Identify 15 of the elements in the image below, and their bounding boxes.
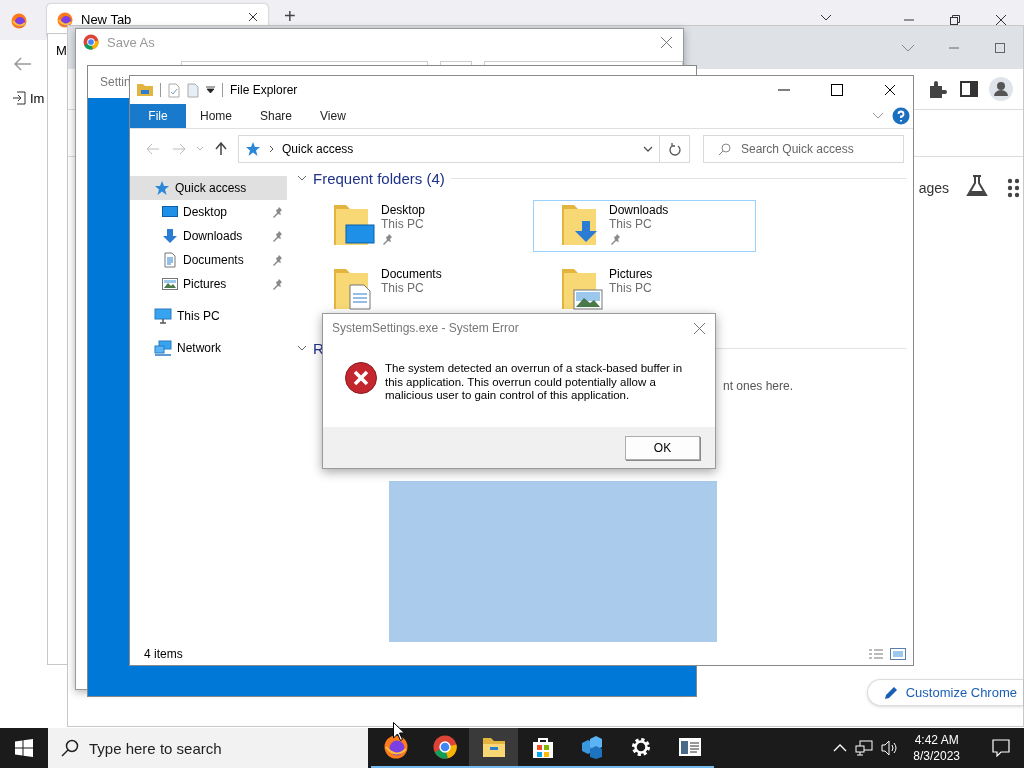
folder-name: Downloads [609,203,669,217]
window-title: File Explorer [230,83,299,97]
status-text: 4 items [144,647,184,661]
folder-name: Desktop [381,203,426,217]
folder-name: Pictures [609,267,653,281]
window-text: M [56,43,67,58]
folder-location: This PC [609,217,653,231]
empty-message: nt ones here. [723,379,794,393]
tab-title: New Tab [81,12,133,27]
error-message: The system detected an overrun of a stack-based buffer in this application. This overrun could potentially allow a malicious user to gain control of this application. [385,362,684,403]
folder-location: This PC [381,217,425,231]
dialog-title: SystemSettings.exe - System Error [332,321,520,335]
folder-name: Documents [381,267,442,281]
folder-location: This PC [609,281,653,295]
folder-location: This PC [381,281,425,295]
